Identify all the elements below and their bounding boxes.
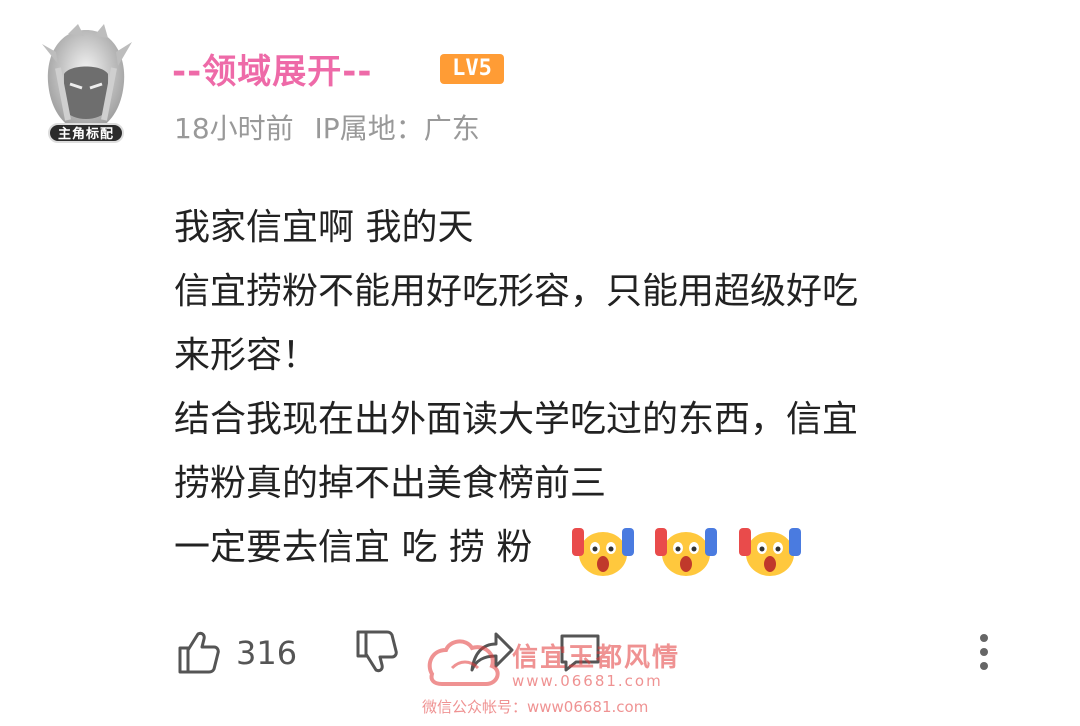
comment-line: 信宜捞粉不能用好吃形容，只能用超级好吃 [174, 271, 859, 312]
ip-location: IP属地：广东 [314, 112, 480, 145]
comment-line: 一定要去信宜 吃 捞 粉 [174, 527, 533, 568]
comment-line: 我家信宜啊 我的天 [174, 207, 474, 248]
comment-line: 捞粉真的掉不出美食榜前三 [174, 463, 607, 504]
thumbs-up-icon [178, 631, 220, 674]
comment-time: 18小时前 [174, 112, 294, 145]
like-count: 316 [236, 634, 298, 672]
shocked-emoji-icon [571, 528, 634, 576]
username[interactable]: --领域展开-- [172, 44, 372, 93]
avatar-badge: 主角标配 [48, 123, 124, 143]
dislike-button[interactable] [352, 628, 400, 676]
comment-meta: 18小时前 IP属地：广东 [174, 107, 492, 147]
comment-body: 我家信宜啊 我的天 信宜捞粉不能用好吃形容，只能用超级好吃 来形容！ 结合我现在… [174, 196, 1054, 580]
watermark-account: 微信公众帐号：www06681.com [422, 698, 649, 716]
comment-line: 结合我现在出外面读大学吃过的东西，信宜 [174, 399, 859, 440]
shocked-emoji-icon [655, 528, 718, 576]
level-badge: LV5 [440, 54, 504, 84]
emoji-group [570, 517, 809, 581]
watermark-url: www.06681.com [512, 672, 663, 690]
comment-line-last: 一定要去信宜 吃 捞 粉 [174, 516, 1054, 580]
comment-line: 来形容！ [174, 335, 319, 376]
watermark-title: 信宜玉都风情 [512, 643, 681, 673]
shocked-emoji-icon [738, 528, 801, 576]
watermark: 信宜玉都风情 www.06681.com 微信公众帐号：www06681.com [420, 634, 720, 722]
more-button[interactable] [970, 630, 998, 674]
watermark-logo-icon [427, 639, 500, 686]
more-vertical-icon [980, 634, 988, 670]
like-button[interactable] [174, 628, 222, 676]
thumbs-down-icon [356, 630, 398, 673]
